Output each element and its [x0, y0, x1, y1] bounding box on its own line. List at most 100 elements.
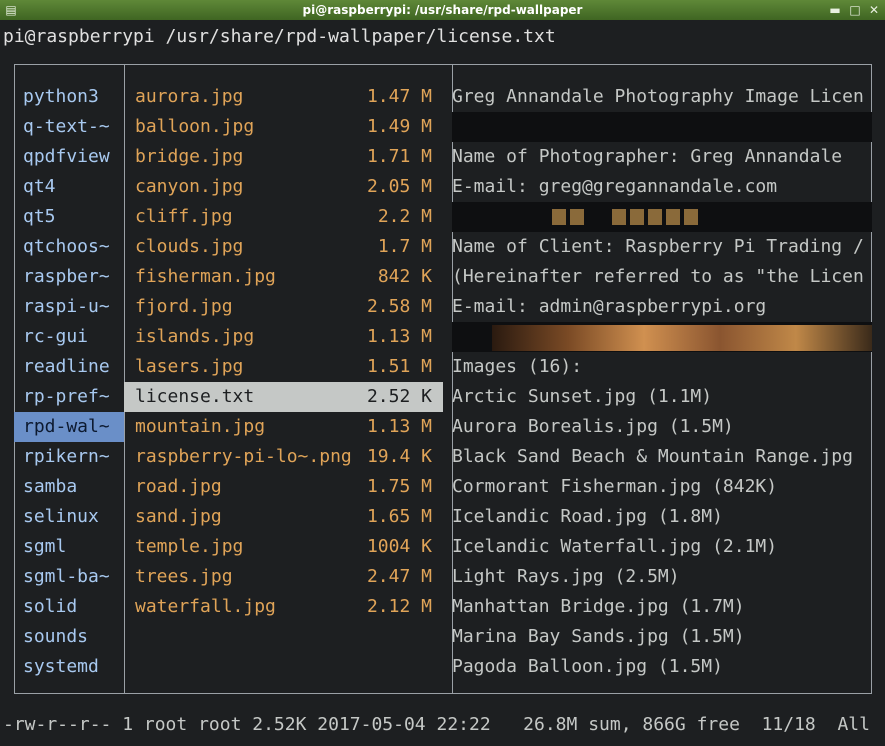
file-size: 2.58 M — [366, 296, 432, 317]
preview-line: Light Rays.jpg (2.5M) — [452, 566, 680, 587]
terminal-menu-icon[interactable]: ▤ — [4, 3, 18, 17]
directory-name: raspber~ — [23, 266, 110, 287]
preview-line: E-mail: greg@gregannandale.com — [452, 176, 778, 197]
file-item[interactable]: lasers.jpg 1.51 M — [124, 352, 443, 382]
directory-item[interactable]: qt5 — [14, 202, 124, 232]
preview-line: Arctic Sunset.jpg (1.1M) — [452, 386, 713, 407]
directory-item[interactable]: raspber~ — [14, 262, 124, 292]
directory-name: qtchoos~ — [23, 236, 110, 257]
file-name: cliff.jpg — [135, 206, 233, 227]
file-item[interactable]: waterfall.jpg 2.12 M — [124, 592, 443, 622]
preview-line: Aurora Borealis.jpg (1.5M) — [452, 416, 734, 437]
file-name: waterfall.jpg — [135, 596, 276, 617]
file-size: 1.13 M — [366, 326, 432, 347]
preview-image-strip — [452, 112, 872, 142]
file-size: 1.65 M — [366, 506, 432, 527]
directory-name: rc-gui — [23, 326, 89, 347]
directory-item[interactable]: qpdfview — [14, 142, 124, 172]
file-size: 19.4 K — [366, 446, 432, 467]
file-name: license.txt — [135, 386, 255, 407]
directory-item[interactable]: readline — [14, 352, 124, 382]
file-name: bridge.jpg — [135, 146, 244, 167]
directory-name: sgml-ba~ — [23, 566, 110, 587]
file-name: islands.jpg — [135, 326, 255, 347]
directory-item[interactable]: selinux — [14, 502, 124, 532]
file-size: 2.47 M — [366, 566, 432, 587]
file-item[interactable]: trees.jpg 2.47 M — [124, 562, 443, 592]
file-name: balloon.jpg — [135, 116, 255, 137]
directory-name: rpikern~ — [23, 446, 110, 467]
directory-name: qt4 — [23, 176, 56, 197]
file-list-column: aurora.jpg 1.47 M balloon.jpg 1.49 M bridge.… — [124, 82, 443, 622]
directory-item[interactable]: qt4 — [14, 172, 124, 202]
preview-line: Black Sand Beach & Mountain Range.jpg — [452, 446, 853, 467]
directory-item[interactable]: raspi-u~ — [14, 292, 124, 322]
directory-item[interactable]: rpikern~ — [14, 442, 124, 472]
file-item[interactable]: fjord.jpg 2.58 M — [124, 292, 443, 322]
directory-item[interactable]: solid — [14, 592, 124, 622]
file-size: 1.13 M — [366, 416, 432, 437]
frame-top-border — [14, 64, 872, 65]
file-name: fjord.jpg — [135, 296, 233, 317]
directory-name: python3 — [23, 86, 99, 107]
file-item[interactable]: license.txt 2.52 K — [124, 382, 443, 412]
directory-item[interactable]: rc-gui — [14, 322, 124, 352]
file-name: canyon.jpg — [135, 176, 244, 197]
frame-bottom-border — [14, 693, 872, 694]
directory-item[interactable]: systemd — [14, 652, 124, 682]
file-item[interactable]: cliff.jpg 2.2 M — [124, 202, 443, 232]
directory-item[interactable]: rpd-wal~ — [14, 412, 124, 442]
directory-item[interactable]: sgml — [14, 532, 124, 562]
directory-item[interactable]: rp-pref~ — [14, 382, 124, 412]
file-item[interactable]: raspberry-pi-lo~.png 19.4 K — [124, 442, 443, 472]
directory-item[interactable]: samba — [14, 472, 124, 502]
file-item[interactable]: temple.jpg 1004 K — [124, 532, 443, 562]
file-item[interactable]: clouds.jpg 1.7 M — [124, 232, 443, 262]
file-item[interactable]: canyon.jpg 2.05 M — [124, 172, 443, 202]
maximize-icon[interactable]: □ — [848, 3, 862, 17]
directory-name: rpd-wal~ — [23, 416, 110, 437]
directory-name: raspi-u~ — [23, 296, 110, 317]
directory-name: sounds — [23, 626, 89, 647]
file-item[interactable]: road.jpg 1.75 M — [124, 472, 443, 502]
file-item[interactable]: fisherman.jpg 842 K — [124, 262, 443, 292]
file-name: trees.jpg — [135, 566, 233, 587]
directory-item[interactable]: qtchoos~ — [14, 232, 124, 262]
close-icon[interactable]: ✕ — [867, 3, 881, 17]
current-path: pi@raspberrypi /usr/share/rpd-wallpaper/… — [3, 26, 556, 47]
preview-line: Icelandic Waterfall.jpg (2.1M) — [452, 536, 778, 557]
directory-name: rp-pref~ — [23, 386, 110, 407]
file-item[interactable]: islands.jpg 1.13 M — [124, 322, 443, 352]
preview-line: E-mail: admin@raspberrypi.org — [452, 296, 767, 317]
file-size: 842 K — [377, 266, 432, 287]
directory-name: solid — [23, 596, 78, 617]
file-item[interactable]: bridge.jpg 1.71 M — [124, 142, 443, 172]
file-item[interactable]: aurora.jpg 1.47 M — [124, 82, 443, 112]
directory-name: sgml — [23, 536, 67, 557]
file-size: 1.51 M — [366, 356, 432, 377]
directory-item[interactable]: sgml-ba~ — [14, 562, 124, 592]
image-window-detail — [630, 209, 644, 225]
minimize-icon[interactable]: ▬ — [828, 3, 842, 17]
directory-name: readline — [23, 356, 110, 377]
status-bar: -rw-r--r-- 1 root root 2.52K 2017-05-04 … — [3, 714, 870, 735]
file-item[interactable]: balloon.jpg 1.49 M — [124, 112, 443, 142]
file-size: 2.05 M — [366, 176, 432, 197]
terminal-body[interactable]: pi@raspberrypi /usr/share/rpd-wallpaper/… — [0, 20, 885, 746]
file-name: sand.jpg — [135, 506, 222, 527]
file-name: clouds.jpg — [135, 236, 244, 257]
directory-item[interactable]: python3 — [14, 82, 124, 112]
directory-item[interactable]: q-text-~ — [14, 112, 124, 142]
preview-line: Icelandic Road.jpg (1.8M) — [452, 506, 723, 527]
file-item[interactable]: sand.jpg 1.65 M — [124, 502, 443, 532]
title-bar[interactable]: ▤ pi@raspberrypi: /usr/share/rpd-wallpap… — [0, 0, 885, 20]
file-item[interactable]: mountain.jpg 1.13 M — [124, 412, 443, 442]
directory-item[interactable]: sounds — [14, 622, 124, 652]
image-window-detail — [666, 209, 680, 225]
directory-name: systemd — [23, 656, 99, 677]
file-size: 1.7 M — [377, 236, 432, 257]
preview-line: Pagoda Balloon.jpg (1.5M) — [452, 656, 723, 677]
parent-directory-column: python3 q-text-~ qpdfview qt4 qt5 qtchoos~ ras… — [14, 82, 124, 682]
window-title: pi@raspberrypi: /usr/share/rpd-wallpaper — [302, 3, 583, 17]
preview-column: Greg Annandale Photography Image Licen Na… — [452, 82, 872, 682]
